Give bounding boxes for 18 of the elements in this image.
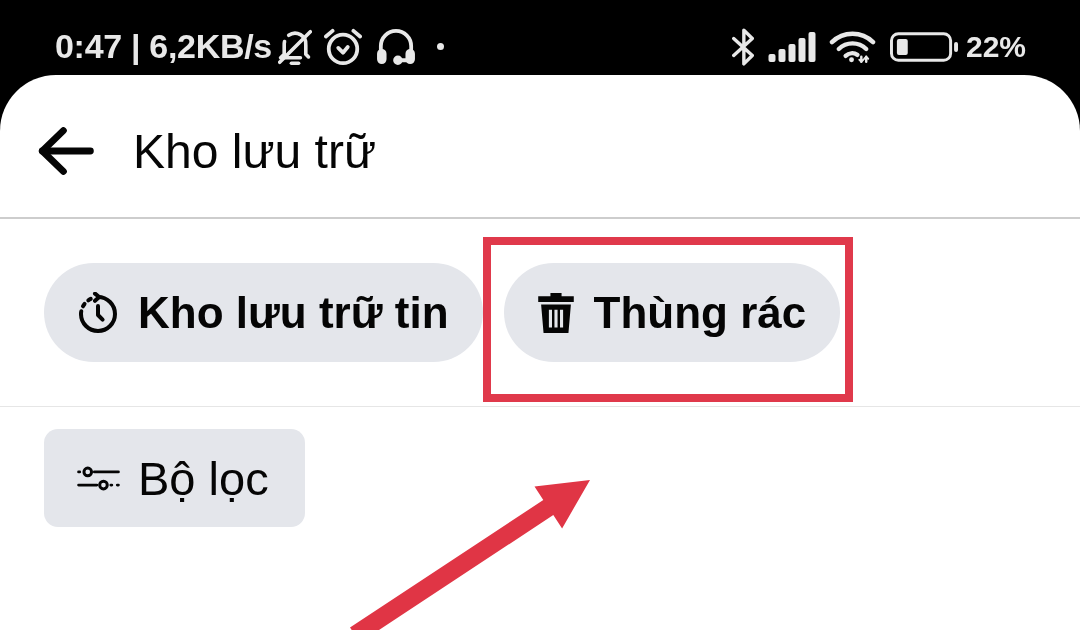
signal-bars-icon [767, 31, 816, 62]
bluetooth-icon [731, 27, 754, 66]
wifi-icon [828, 29, 876, 64]
archive-chip[interactable]: Kho lưu trữ tin [44, 263, 483, 362]
headset-icon [377, 28, 415, 65]
clock-arrow-icon [78, 291, 118, 334]
status-time-speed: 0:47 | 6,2KB/s [55, 27, 272, 66]
page-title: Kho lưu trữ [133, 123, 377, 179]
trash-chip[interactable]: Thùng rác [503, 263, 841, 362]
alarm-clock-icon [324, 27, 362, 66]
notification-dot-icon [437, 43, 444, 50]
battery-icon [889, 31, 959, 62]
filter-button[interactable]: Bộ lọc [44, 429, 305, 527]
back-button[interactable] [38, 127, 95, 175]
sliders-icon [77, 464, 120, 492]
trash-icon [537, 292, 574, 333]
battery-percentage: 22% [965, 29, 1026, 64]
bell-off-icon [278, 28, 312, 65]
